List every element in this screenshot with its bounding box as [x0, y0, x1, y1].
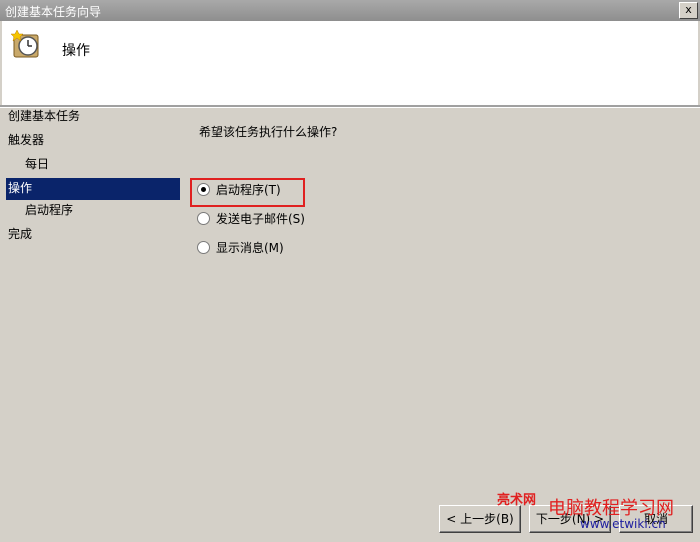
back-button[interactable]: < 上一步(B) [439, 505, 521, 533]
step-title: 操作 [62, 43, 90, 59]
title-bar: 创建基本任务向导 x [0, 0, 700, 21]
watermark-site1: 亮术网 [497, 493, 537, 508]
option-start-program[interactable]: 启动程序(T) [197, 181, 281, 199]
radio-start-program[interactable] [197, 183, 210, 196]
nav-item-action[interactable]: 操作 [6, 178, 180, 200]
radio-send-email[interactable] [197, 212, 210, 225]
nav-item-finish[interactable]: 完成 [6, 224, 180, 248]
window-title: 创建基本任务向导 [5, 5, 102, 19]
option-show-message-label: 显示消息(M) [216, 241, 284, 255]
nav-item-trigger[interactable]: 触发器 [6, 130, 180, 154]
watermark-url: www.etwiki.cn [580, 517, 666, 531]
nav-item-daily[interactable]: 每日 [6, 154, 180, 178]
option-send-email[interactable]: 发送电子邮件(S) [197, 210, 305, 228]
wizard-header: 操作 [0, 21, 700, 105]
radio-show-message[interactable] [197, 241, 210, 254]
option-show-message[interactable]: 显示消息(M) [197, 239, 284, 257]
scheduled-task-clock-icon [10, 29, 39, 58]
wizard-step-nav: 创建基本任务 触发器 每日 操作 启动程序 完成 [6, 106, 180, 248]
nav-item-start-program[interactable]: 启动程序 [6, 200, 180, 224]
action-question: 希望该任务执行什么操作? [199, 125, 338, 139]
close-button[interactable]: x [679, 2, 698, 19]
nav-item-create-basic-task[interactable]: 创建基本任务 [6, 106, 180, 130]
option-start-program-label: 启动程序(T) [216, 183, 281, 197]
option-send-email-label: 发送电子邮件(S) [216, 212, 305, 226]
